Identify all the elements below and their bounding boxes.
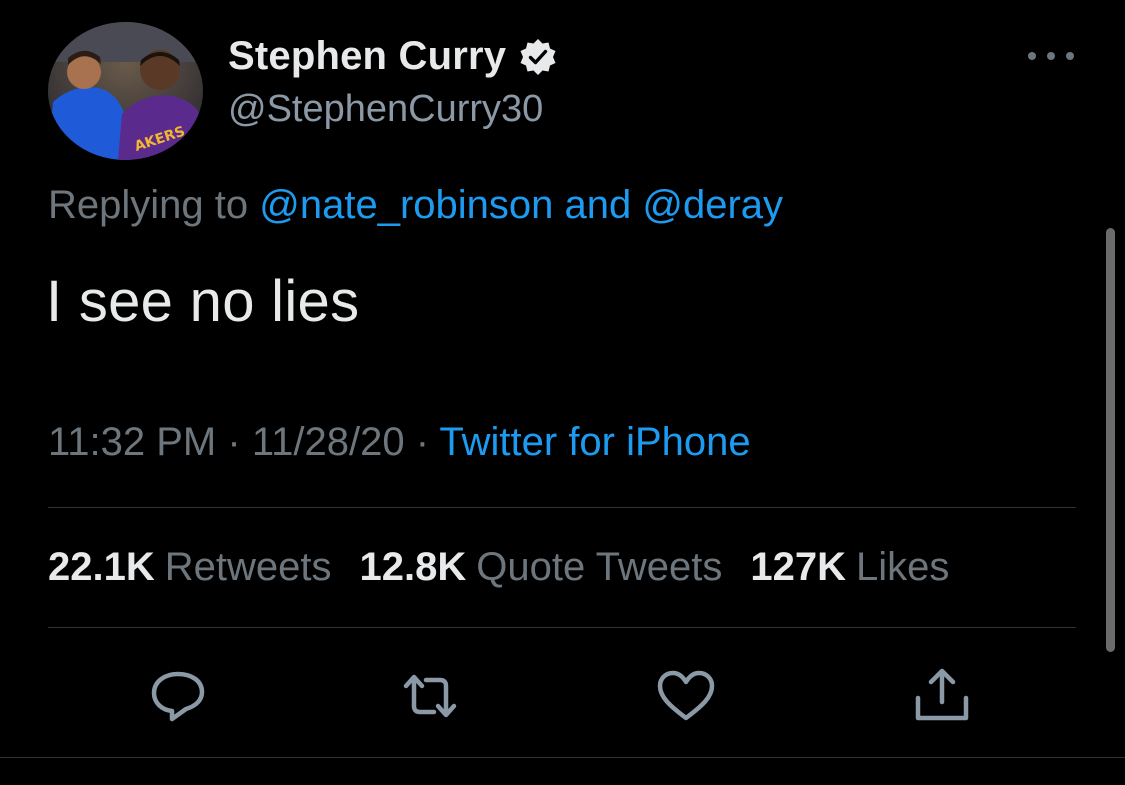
reply-conjunction[interactable]: and [565, 183, 632, 227]
tweet-stats: 22.1K Retweets 12.8K Quote Tweets 127K Like… [48, 545, 949, 590]
reply-user-link[interactable]: @nate_robinson [259, 183, 553, 227]
verified-badge-icon [518, 37, 558, 77]
user-handle[interactable]: @StephenCurry30 [228, 88, 543, 131]
like-button[interactable] [656, 668, 716, 724]
quote-tweets-stat[interactable]: 12.8K Quote Tweets [360, 545, 723, 590]
divider [48, 627, 1076, 628]
scrollbar[interactable] [1106, 228, 1115, 652]
divider [48, 507, 1076, 508]
author-name-row[interactable]: Stephen Curry [228, 34, 558, 79]
reply-user-link[interactable]: @deray [642, 183, 783, 227]
avatar-photo: AKERS [48, 22, 203, 160]
display-name[interactable]: Stephen Curry [228, 34, 506, 79]
quote-tweets-count: 12.8K [359, 545, 467, 589]
divider [0, 757, 1125, 758]
replying-to: Replying to @nate_robinson and @deray [48, 183, 783, 228]
share-button[interactable] [912, 668, 972, 724]
replying-prefix: Replying to [48, 183, 249, 227]
retweets-label: Retweets [164, 545, 332, 589]
meta-separator: · [415, 420, 430, 464]
avatar[interactable]: AKERS [48, 22, 203, 160]
more-options-icon[interactable] [1028, 46, 1074, 66]
likes-count: 127K [750, 545, 846, 589]
retweets-count: 22.1K [48, 545, 155, 589]
retweet-icon [403, 674, 457, 718]
tweet-source-link[interactable]: Twitter for iPhone [439, 420, 750, 464]
reply-button[interactable] [148, 668, 208, 724]
likes-stat[interactable]: 127K Likes [750, 545, 949, 590]
reply-icon [151, 671, 205, 722]
tweet-actions [0, 668, 1125, 724]
retweets-stat[interactable]: 22.1K Retweets [48, 545, 332, 590]
likes-label: Likes [855, 545, 950, 589]
quote-tweets-label: Quote Tweets [476, 545, 723, 589]
tweet-meta: 11:32 PM · 11/28/20 · Twitter for iPhone [48, 420, 751, 465]
tweet-time[interactable]: 11:32 PM [48, 420, 216, 464]
tweet-detail: AKERS Stephen Curry @StephenCurry30 Repl… [0, 0, 1125, 785]
tweet-text: I see no lies [46, 269, 360, 334]
heart-icon [657, 670, 715, 721]
meta-separator: · [227, 420, 241, 464]
retweet-button[interactable] [400, 668, 460, 724]
share-icon [915, 668, 969, 721]
tweet-date[interactable]: 11/28/20 [252, 420, 405, 464]
